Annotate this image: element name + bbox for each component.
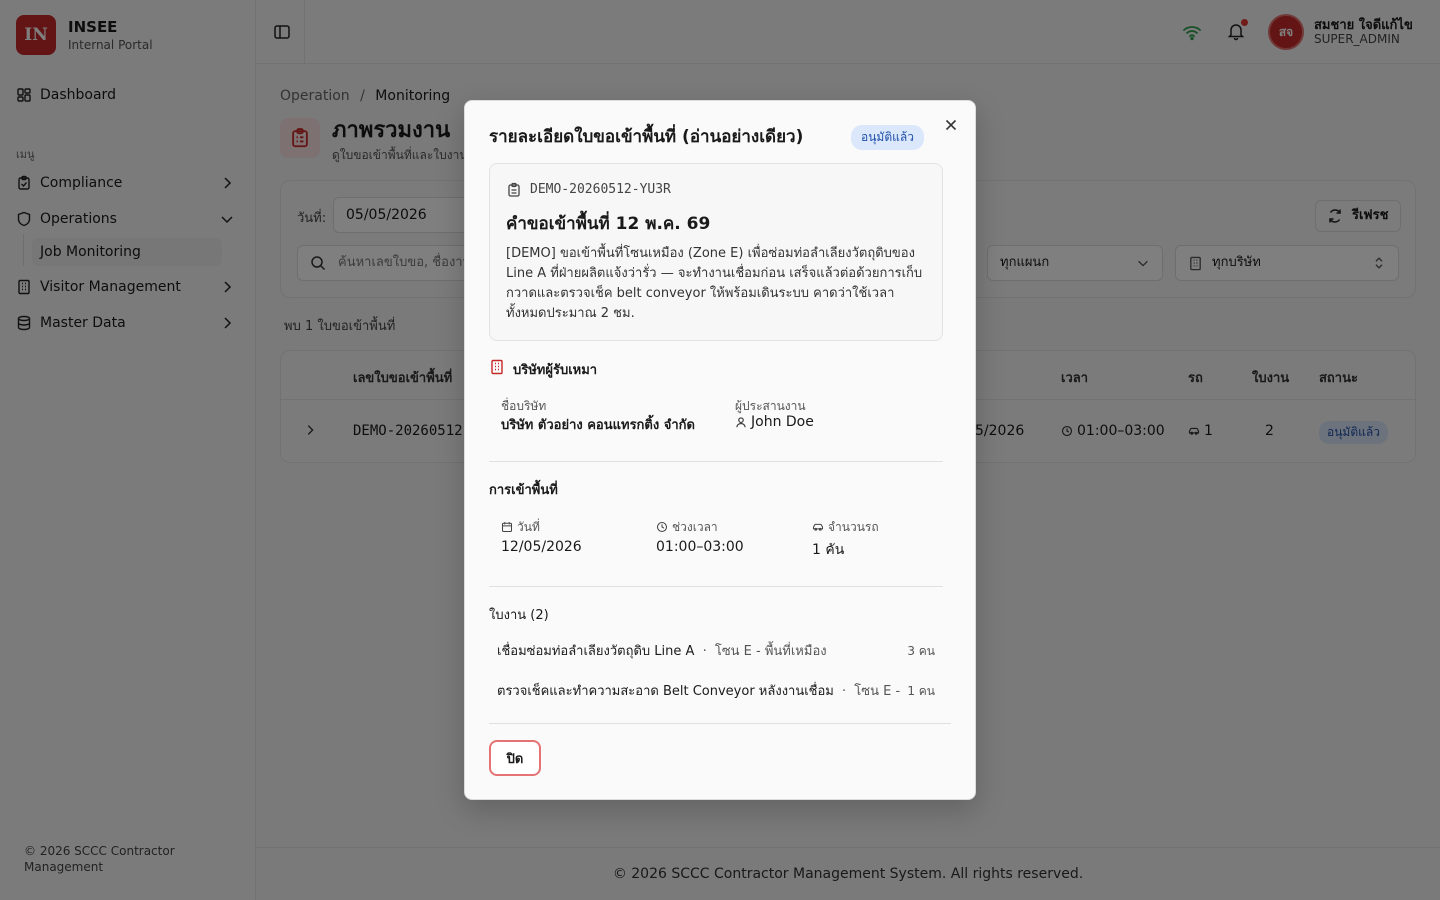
access-cars-label-text: จำนวนรถ [828, 520, 879, 534]
section-divider [489, 586, 943, 587]
calendar-icon [501, 522, 513, 533]
list-item: เชื่อมซ่อมท่อลำเลียงวัตถุดิบ Line A · โซ… [497, 640, 937, 661]
job-separator: · [702, 644, 707, 659]
access-time-label: ช่วงเวลา [656, 518, 718, 537]
access-cars-value: 1 คัน [812, 542, 845, 558]
job-separator: · [842, 684, 847, 699]
clock-icon [656, 521, 668, 533]
clipboard-icon [508, 182, 520, 197]
access-time-label-text: ช่วงเวลา [672, 520, 718, 534]
request-summary-card: DEMO-20260512-YU3R คำขอเข้าพื้นที่ 12 พ.… [489, 163, 943, 341]
request-detail-modal: รายละเอียดใบขอเข้าพื้นที่ (อ่านอย่างเดีย… [464, 100, 976, 800]
company-value: บริษัท ตัวอย่าง คอนแทรกติ้ง จำกัด [501, 418, 695, 433]
car-icon [812, 523, 824, 531]
building-icon [491, 359, 503, 375]
job-headcount: 1 คน [907, 684, 935, 698]
access-date-value: 12/05/2026 [501, 539, 582, 555]
request-title: คำขอเข้าพื้นที่ 12 พ.ค. 69 [506, 214, 711, 234]
access-cars-label: จำนวนรถ [812, 518, 879, 537]
section-divider [489, 461, 943, 462]
access-section-title: การเข้าพื้นที่ [489, 483, 558, 498]
access-date-label: วันที่ [501, 518, 540, 537]
request-id: DEMO-20260512-YU3R [530, 182, 671, 197]
close-button[interactable]: ปิด [489, 740, 541, 776]
job-headcount: 3 คน [907, 644, 935, 658]
request-description: [DEMO] ขอเข้าพื้นที่โซนเหมือง (Zone E) เ… [506, 246, 923, 321]
contractor-section-title: บริษัทผู้รับเหมา [513, 363, 598, 378]
job-location: โซน E - พื้นที่เหมือง [714, 644, 827, 659]
list-item: ตรวจเช็คและทำความสะอาด Belt Conveyor หลั… [497, 680, 902, 701]
job-name: เชื่อมซ่อมท่อลำเลียงวัตถุดิบ Line A [497, 644, 695, 659]
coordinator-value: John Doe [735, 414, 814, 430]
coordinator-name: John Doe [751, 414, 814, 430]
close-icon[interactable] [943, 117, 959, 133]
status-badge: อนุมัติแล้ว [851, 125, 924, 150]
access-date-label-text: วันที่ [517, 520, 540, 534]
access-time-value: 01:00–03:00 [656, 539, 744, 555]
jobs-section-title: ใบงาน (2) [489, 608, 549, 623]
job-name: ตรวจเช็คและทำความสะอาด Belt Conveyor หลั… [497, 684, 834, 699]
user-icon [736, 417, 746, 428]
job-location: โซน E - ... [854, 684, 902, 699]
footer-divider [489, 723, 951, 724]
modal-title: รายละเอียดใบขอเข้าพื้นที่ (อ่านอย่างเดีย… [489, 127, 804, 147]
